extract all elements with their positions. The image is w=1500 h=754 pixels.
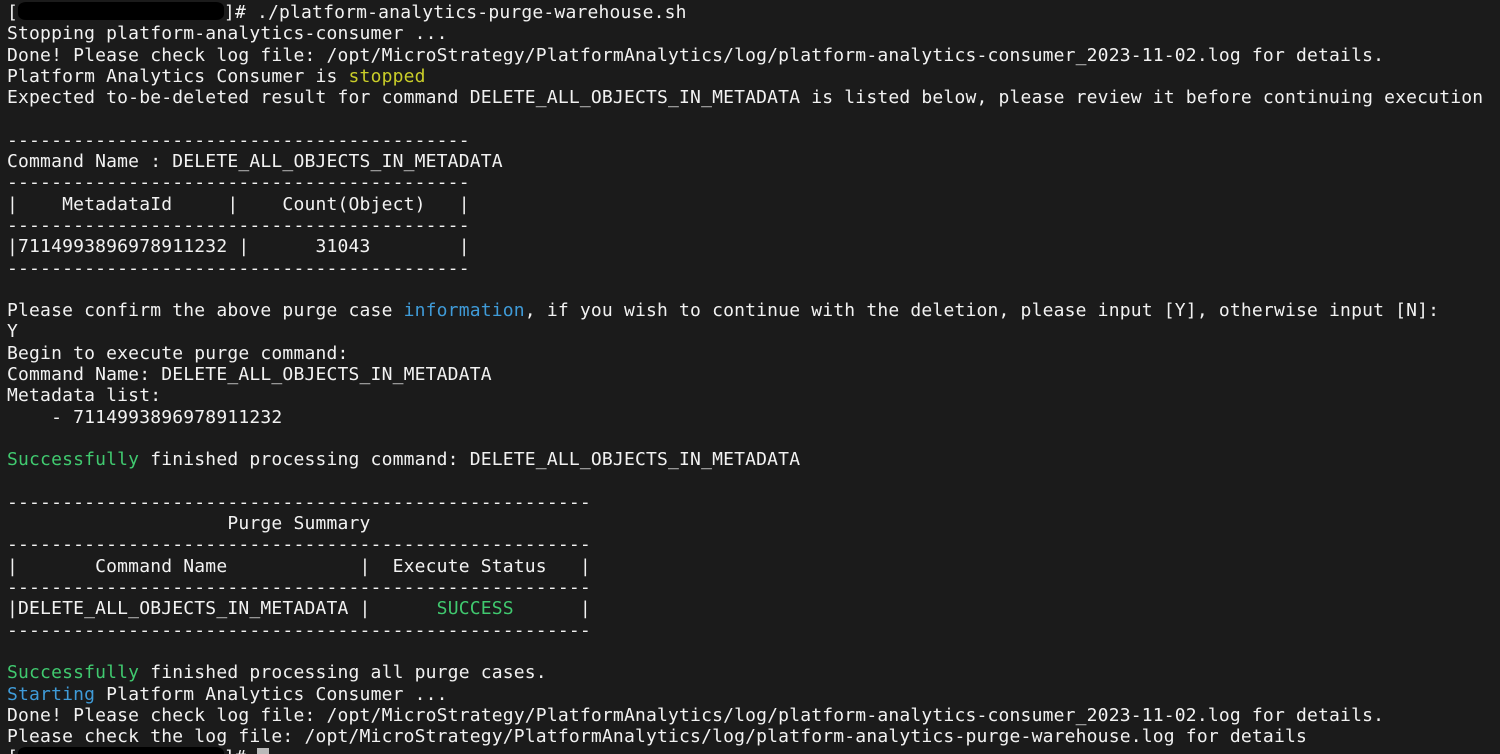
terminal-text: Done! Please check log file: /opt/MicroS… (7, 45, 1384, 66)
terminal-text: ]# ./platform-analytics-purge-warehouse.… (224, 2, 687, 23)
terminal-line: ----------------------------------------… (7, 534, 1500, 555)
terminal-line: |DELETE_ALL_OBJECTS_IN_METADATA | SUCCES… (7, 598, 1500, 619)
terminal[interactable]: [ ]# ./platform-analytics-purge-warehouse… (0, 0, 1500, 754)
terminal-text: Begin to execute purge command: (7, 343, 349, 364)
terminal-text-blue: information (404, 300, 525, 321)
terminal-text: ----------------------------------------… (7, 534, 591, 555)
terminal-text-yellow: stopped (349, 66, 426, 87)
terminal-line: Please check the log file: /opt/MicroStr… (7, 726, 1500, 747)
terminal-line (7, 108, 1500, 129)
terminal-line: Done! Please check log file: /opt/MicroS… (7, 45, 1500, 66)
terminal-text: ----------------------------------------… (7, 577, 591, 598)
terminal-text: Please check the log file: /opt/MicroStr… (7, 726, 1307, 747)
terminal-line: Starting Platform Analytics Consumer ... (7, 684, 1500, 705)
terminal-line: Begin to execute purge command: (7, 343, 1500, 364)
terminal-line: Successfully finished processing command… (7, 449, 1500, 470)
terminal-line: ----------------------------------------… (7, 130, 1500, 151)
terminal-line: Metadata list: (7, 385, 1500, 406)
terminal-line (7, 471, 1500, 492)
terminal-cursor (257, 748, 269, 754)
terminal-text: [ (7, 2, 18, 23)
terminal-line: ----------------------------------------… (7, 577, 1500, 598)
terminal-line: - 7114993896978911232 (7, 407, 1500, 428)
terminal-line: | Command Name | Execute Status | (7, 556, 1500, 577)
terminal-text-blue: Starting (7, 684, 95, 705)
terminal-line: Successfully finished processing all pur… (7, 662, 1500, 683)
terminal-line: | MetadataId | Count(Object) | (7, 194, 1500, 215)
terminal-line: Expected to-be-deleted result for comman… (7, 87, 1500, 108)
terminal-text: | Command Name | Execute Status | (7, 556, 591, 577)
terminal-line: [ ]# (7, 747, 1500, 754)
terminal-line: Y (7, 321, 1500, 342)
terminal-text: Done! Please check log file: /opt/MicroS… (7, 705, 1384, 726)
terminal-text: |7114993896978911232 | 31043 | (7, 236, 470, 257)
terminal-text: Command Name: DELETE_ALL_OBJECTS_IN_META… (7, 364, 492, 385)
terminal-text: Y (7, 321, 18, 342)
terminal-text: | MetadataId | Count(Object) | (7, 194, 470, 215)
terminal-text: , if you wish to continue with the delet… (525, 300, 1439, 321)
terminal-line: Stopping platform-analytics-consumer ... (7, 23, 1500, 44)
terminal-text: Please confirm the above purge case (7, 300, 404, 321)
terminal-text: Expected to-be-deleted result for comman… (7, 87, 1483, 108)
terminal-text: finished processing command: DELETE_ALL_… (139, 449, 800, 470)
terminal-text: Command Name : DELETE_ALL_OBJECTS_IN_MET… (7, 151, 503, 172)
terminal-line: ----------------------------------------… (7, 172, 1500, 193)
redacted-text (18, 747, 224, 754)
terminal-line: Please confirm the above purge case info… (7, 300, 1500, 321)
terminal-text: ----------------------------------------… (7, 172, 470, 193)
terminal-text: ]# (224, 747, 257, 754)
terminal-line: |7114993896978911232 | 31043 | (7, 236, 1500, 257)
terminal-text: - 7114993896978911232 (7, 407, 282, 428)
redacted-text (18, 2, 224, 20)
terminal-line: Done! Please check log file: /opt/MicroS… (7, 705, 1500, 726)
terminal-line: ----------------------------------------… (7, 258, 1500, 279)
terminal-line: Command Name: DELETE_ALL_OBJECTS_IN_META… (7, 364, 1500, 385)
terminal-text: Purge Summary (7, 513, 371, 534)
terminal-text-green: Successfully (7, 662, 139, 683)
terminal-text: Stopping platform-analytics-consumer ... (7, 23, 448, 44)
terminal-text: ----------------------------------------… (7, 215, 470, 236)
terminal-text: |DELETE_ALL_OBJECTS_IN_METADATA | (7, 598, 437, 619)
terminal-text: finished processing all purge cases. (139, 662, 547, 683)
terminal-text: ----------------------------------------… (7, 258, 470, 279)
terminal-line: ----------------------------------------… (7, 215, 1500, 236)
terminal-text: Metadata list: (7, 385, 161, 406)
terminal-text: [ (7, 747, 18, 754)
terminal-text-green: Successfully (7, 449, 139, 470)
terminal-text: ----------------------------------------… (7, 130, 470, 151)
terminal-text: ----------------------------------------… (7, 492, 591, 513)
terminal-text: | (514, 598, 591, 619)
terminal-line (7, 641, 1500, 662)
terminal-line: Purge Summary (7, 513, 1500, 534)
terminal-line: ----------------------------------------… (7, 620, 1500, 641)
terminal-text-green: SUCCESS (437, 598, 514, 619)
terminal-line (7, 279, 1500, 300)
terminal-line: Platform Analytics Consumer is stopped (7, 66, 1500, 87)
terminal-line: [ ]# ./platform-analytics-purge-warehouse… (7, 2, 1500, 23)
terminal-line (7, 428, 1500, 449)
terminal-line: ----------------------------------------… (7, 492, 1500, 513)
terminal-text: Platform Analytics Consumer ... (95, 684, 448, 705)
terminal-text: Platform Analytics Consumer is (7, 66, 349, 87)
terminal-line: Command Name : DELETE_ALL_OBJECTS_IN_MET… (7, 151, 1500, 172)
terminal-text: ----------------------------------------… (7, 620, 591, 641)
